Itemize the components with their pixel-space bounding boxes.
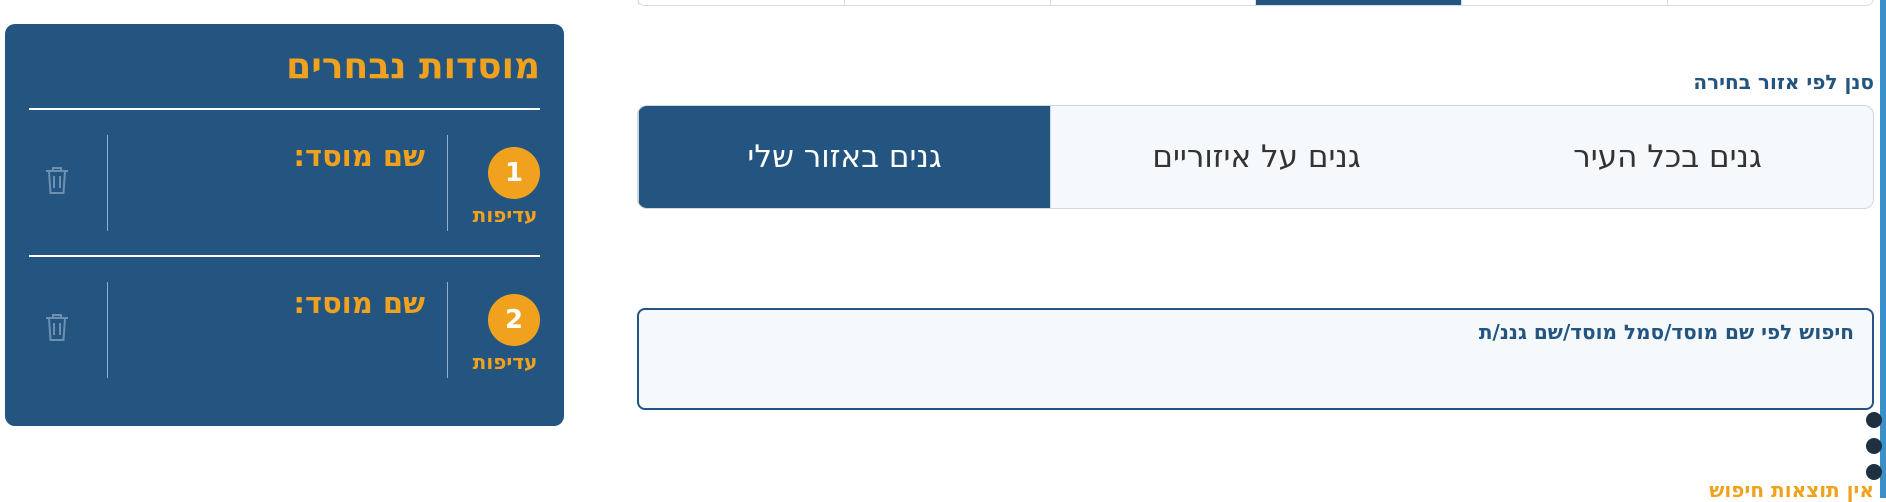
preference-number-badge: 2 — [488, 294, 540, 346]
preference-row: 2 עדיפות שם מוסד: — [29, 282, 540, 378]
search-input[interactable] — [639, 310, 1872, 408]
search-box: חיפוש לפי שם מוסד/סמל מוסד/שם גננ/ת — [637, 308, 1874, 410]
preference-row: 1 עדיפות שם מוסד: — [29, 135, 540, 231]
top-tab-strip — [637, 0, 1874, 6]
dot-indicator — [1866, 412, 1882, 428]
top-tab[interactable] — [1049, 0, 1256, 5]
row-divider — [447, 282, 448, 378]
row-divider — [447, 135, 448, 231]
preference-label: עדיפות — [472, 350, 538, 374]
top-tab[interactable] — [1461, 0, 1667, 5]
institution-name-label: שם מוסד: — [293, 139, 425, 173]
region-tabs: גנים בכל העיר גנים על איזוריים גנים באזו… — [637, 105, 1874, 209]
top-tab-active[interactable] — [1255, 0, 1462, 5]
dot-indicator — [1866, 438, 1882, 454]
top-tab[interactable] — [843, 0, 1050, 5]
preference-label: עדיפות — [472, 203, 538, 227]
panel-title: מוסדות נבחרים — [286, 46, 540, 87]
trash-icon[interactable] — [44, 165, 70, 195]
tab-supra-regional[interactable]: גנים על איזוריים — [1050, 106, 1462, 208]
top-tab[interactable] — [1667, 0, 1873, 5]
panel-divider — [29, 255, 540, 257]
tab-my-area[interactable]: גנים באזור שלי — [638, 106, 1050, 208]
preference-number-badge: 1 — [488, 147, 540, 199]
row-divider — [107, 135, 108, 231]
top-tab[interactable] — [638, 0, 844, 5]
panel-divider — [29, 108, 540, 110]
region-filter-label: סנן לפי אזור בחירה — [1693, 70, 1874, 94]
tab-entire-city[interactable]: גנים בכל העיר — [1462, 106, 1873, 208]
no-results-text: אין תוצאות חיפוש — [1709, 478, 1874, 502]
row-divider — [107, 282, 108, 378]
selected-institutions-panel: מוסדות נבחרים 1 עדיפות שם מוסד: 2 עדיפות… — [5, 24, 564, 426]
institution-name-label: שם מוסד: — [293, 286, 425, 320]
trash-icon[interactable] — [44, 312, 70, 342]
